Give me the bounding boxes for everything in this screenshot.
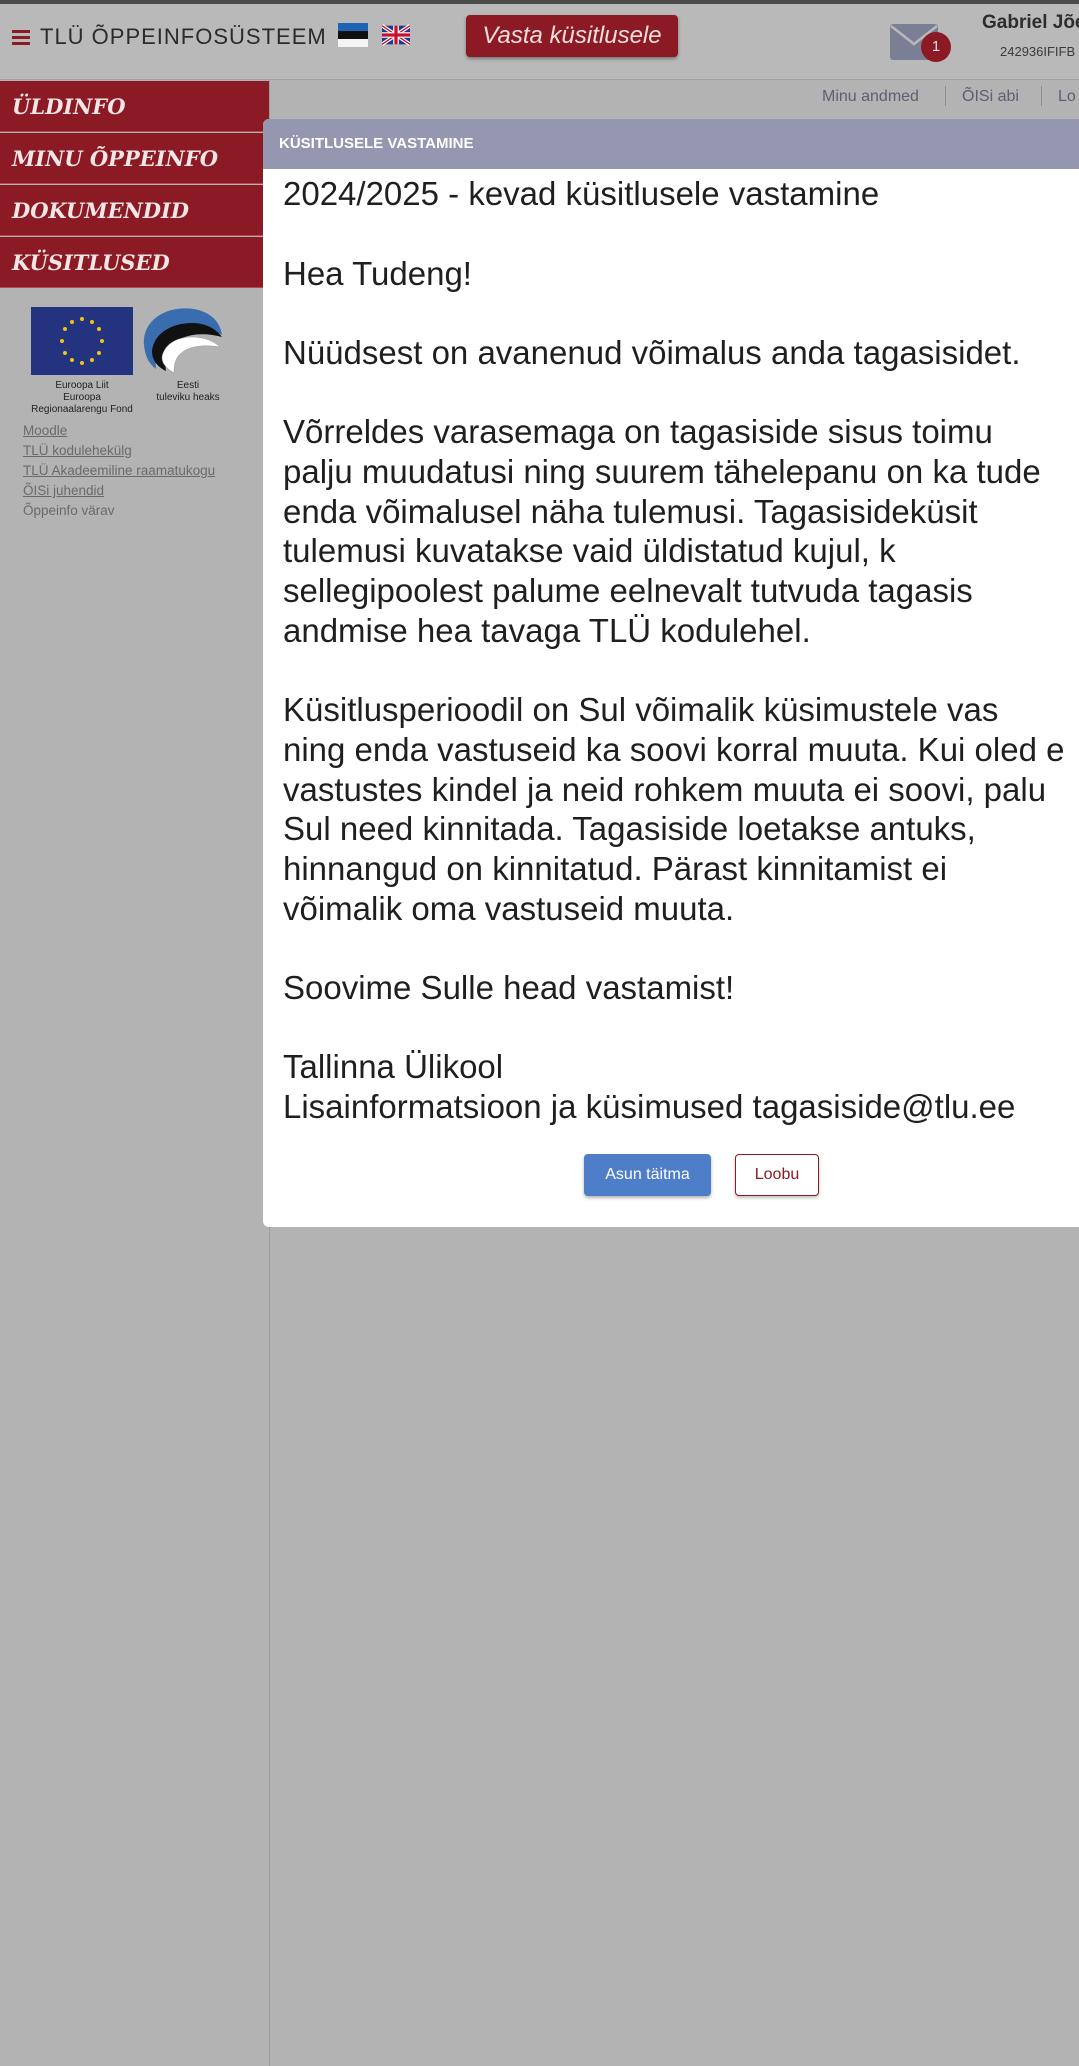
greeting: Hea Tudeng! (283, 255, 472, 292)
modal-title: KÜSITLUSELE VASTAMINE (263, 119, 1079, 169)
estonia-future-logo (143, 308, 222, 374)
app-title[interactable]: TLÜ ÕPPEINFOSÜSTEEM (40, 24, 327, 50)
body-line: Küsitlusperioodil on Sul võimalik küsimu… (283, 691, 999, 728)
body-line: tulemusi kuvatakse vaid üldistatud kujul… (283, 532, 896, 569)
menu-icon[interactable] (12, 30, 30, 46)
start-filling-button[interactable]: Asun täitma (584, 1154, 711, 1196)
body-line: hinnangud on kinnitatud. Pärast kinnitam… (283, 850, 948, 887)
sidebar: ÜLDINFO MINU ÕPPEINFO DOKUMENDID KÜSITLU… (0, 80, 270, 2066)
user-code: 242936IFIFB (1000, 44, 1076, 59)
english-flag-icon[interactable] (382, 23, 410, 47)
tlu-homepage-link[interactable]: TLÜ kodulehekülg (23, 443, 132, 458)
sidebar-item-documents[interactable]: DOKUMENDID (0, 185, 269, 236)
body-line: vastustes kindel ja neid rohkem muuta ei… (283, 771, 1047, 808)
nav-divider (1041, 86, 1042, 106)
unread-count-badge[interactable]: 1 (921, 32, 951, 62)
estonia-future-caption: Eesti tuleviku heaks (156, 380, 220, 403)
eu-fund-caption: Euroopa Liit Euroopa Regionaalarengu Fon… (31, 380, 133, 415)
study-info-gate-link[interactable]: Õppeinfo värav (23, 503, 115, 518)
body-line: ning enda vastuseid ka soovi korral muut… (283, 731, 1065, 768)
user-name: Gabriel Jõe (982, 12, 1079, 33)
contact-info: Lisainformatsioon ja küsimused tagasisid… (283, 1088, 1016, 1125)
body-line: Nüüdsest on avanenud võimalus anda tagas… (283, 334, 1021, 371)
answer-survey-button[interactable]: Vasta küsitlusele (466, 15, 678, 57)
my-data-link[interactable]: Minu andmed (822, 88, 919, 106)
body-line: andmise hea tavaga TLÜ kodulehel. (283, 612, 811, 649)
sidebar-item-my-study-info[interactable]: MINU ÕPPEINFO (0, 133, 269, 184)
body-line: palju muudatusi ning suurem tähelepanu o… (283, 453, 1041, 490)
top-header: TLÜ ÕPPEINFOSÜSTEEM Vasta küsitlusele 1 … (0, 4, 1079, 80)
ois-guides-link[interactable]: ÕISi juhendid (23, 483, 104, 498)
survey-heading: 2024/2025 - kevad küsitlusele vastamine (283, 175, 880, 212)
logout-link[interactable]: Lo (1058, 88, 1076, 106)
nav-divider (945, 86, 946, 106)
help-link[interactable]: ÕISi abi (962, 88, 1019, 106)
cancel-button[interactable]: Loobu (735, 1154, 819, 1196)
body-line: enda võimalusel näha tulemusi. Tagasisid… (283, 493, 978, 530)
academic-library-link[interactable]: TLÜ Akadeemiline raamatukogu (23, 463, 215, 478)
sidebar-item-general-info[interactable]: ÜLDINFO (0, 81, 269, 132)
sidebar-item-surveys[interactable]: KÜSITLUSED (0, 237, 269, 288)
moodle-link[interactable]: Moodle (23, 423, 67, 438)
body-line: võimalik oma vastuseid muuta. (283, 890, 735, 927)
eu-flag-logo (31, 307, 133, 375)
survey-modal: KÜSITLUSELE VASTAMINE 2024/2025 - kevad … (263, 119, 1079, 1227)
signature: Tallinna Ülikool (283, 1048, 504, 1085)
body-line: Võrreldes varasemaga on tagasiside sisus… (283, 413, 993, 450)
body-line: sellegipoolest palume eelnevalt tutvuda … (283, 572, 973, 609)
estonian-flag-icon[interactable] (338, 23, 368, 47)
closing-wish: Soovime Sulle head vastamist! (283, 969, 735, 1006)
body-line: Sul need kinnitada. Tagasiside loetakse … (283, 810, 976, 847)
